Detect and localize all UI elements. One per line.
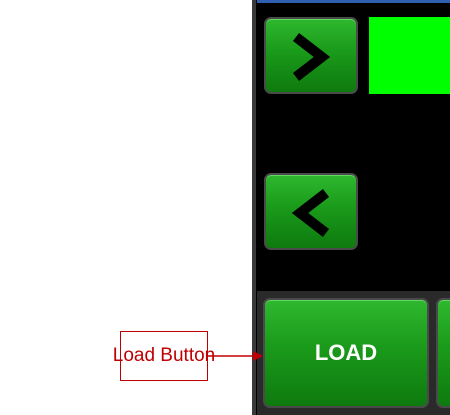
callout-arrow-icon xyxy=(208,351,263,361)
